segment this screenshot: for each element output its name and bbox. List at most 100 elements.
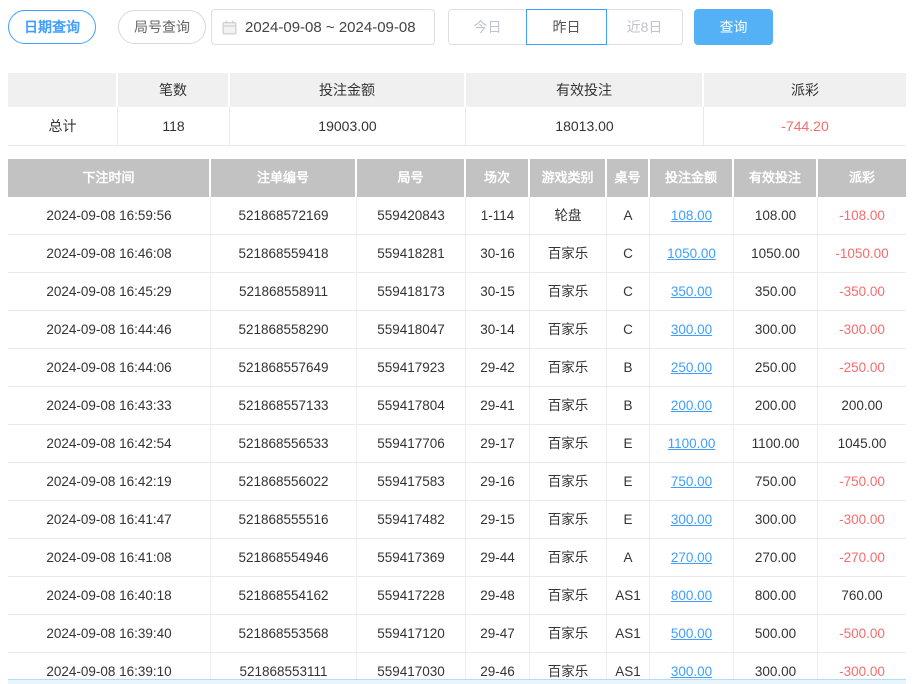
- quick-range-group: 今日 昨日 近8日: [448, 9, 683, 45]
- table-row: 2024-09-08 16:44:46521868558290559418047…: [8, 311, 906, 349]
- summary-total-valid-bet: 18013.00: [466, 107, 704, 146]
- quick-8days-button[interactable]: 近8日: [607, 9, 683, 45]
- cell-order-number: 521868572169: [211, 197, 357, 235]
- cell-valid-bet: 1100.00: [734, 425, 818, 463]
- cell-bet-time: 2024-09-08 16:42:19: [8, 463, 211, 501]
- column-header-payout: 派彩: [818, 159, 906, 197]
- cell-game-type: 轮盘: [530, 197, 607, 235]
- cell-bet-time: 2024-09-08 16:41:47: [8, 501, 211, 539]
- cell-table-number: E: [607, 425, 650, 463]
- cell-bet-amount: 250.00: [650, 349, 734, 387]
- cell-table-number: C: [607, 273, 650, 311]
- bet-amount-link[interactable]: 1100.00: [668, 436, 716, 451]
- bet-amount-link[interactable]: 500.00: [671, 626, 712, 641]
- column-header-order-number: 注单编号: [211, 159, 357, 197]
- cell-table-number: C: [607, 311, 650, 349]
- quick-yesterday-button[interactable]: 昨日: [526, 9, 607, 45]
- column-header-valid-bet: 有效投注: [734, 159, 818, 197]
- table-row: 2024-09-08 16:45:29521868558911559418173…: [8, 273, 906, 311]
- cell-session: 29-44: [466, 539, 530, 577]
- cell-bet-amount: 500.00: [650, 615, 734, 653]
- cell-valid-bet: 1050.00: [734, 235, 818, 273]
- bet-amount-link[interactable]: 350.00: [671, 284, 712, 299]
- cell-order-number: 521868554162: [211, 577, 357, 615]
- column-header-round-number: 局号: [357, 159, 466, 197]
- bet-amount-link[interactable]: 300.00: [671, 512, 712, 527]
- cell-payout: 1045.00: [818, 425, 906, 463]
- cell-table-number: B: [607, 349, 650, 387]
- bet-amount-link[interactable]: 200.00: [671, 398, 712, 413]
- bet-amount-link[interactable]: 300.00: [671, 664, 712, 679]
- cell-valid-bet: 270.00: [734, 539, 818, 577]
- cell-bet-amount: 350.00: [650, 273, 734, 311]
- date-range-value: 2024-09-08 ~ 2024-09-08: [245, 19, 416, 36]
- cell-bet-amount: 300.00: [650, 501, 734, 539]
- column-header-table-number: 桌号: [607, 159, 650, 197]
- date-range-input[interactable]: 2024-09-08 ~ 2024-09-08: [211, 9, 435, 45]
- bet-amount-link[interactable]: 300.00: [671, 322, 712, 337]
- cell-order-number: 521868557649: [211, 349, 357, 387]
- cell-session: 30-15: [466, 273, 530, 311]
- cell-order-number: 521868558290: [211, 311, 357, 349]
- summary-header-blank: [8, 73, 118, 107]
- search-button[interactable]: 查询: [694, 9, 773, 45]
- cell-round-number: 559417369: [357, 539, 466, 577]
- cell-round-number: 559417482: [357, 501, 466, 539]
- cell-bet-time: 2024-09-08 16:42:54: [8, 425, 211, 463]
- cell-payout: -108.00: [818, 197, 906, 235]
- cell-session: 29-16: [466, 463, 530, 501]
- date-query-tab[interactable]: 日期查询: [8, 10, 96, 44]
- summary-header-payout: 派彩: [704, 73, 906, 107]
- cell-valid-bet: 300.00: [734, 311, 818, 349]
- cell-payout: -300.00: [818, 501, 906, 539]
- round-query-tab[interactable]: 局号查询: [118, 10, 206, 44]
- cell-table-number: AS1: [607, 577, 650, 615]
- cell-bet-amount: 1100.00: [650, 425, 734, 463]
- cell-bet-amount: 800.00: [650, 577, 734, 615]
- summary-header-valid-bet: 有效投注: [466, 73, 704, 107]
- cell-payout: -1050.00: [818, 235, 906, 273]
- cell-order-number: 521868555516: [211, 501, 357, 539]
- cell-game-type: 百家乐: [530, 615, 607, 653]
- cell-order-number: 521868554946: [211, 539, 357, 577]
- bet-amount-link[interactable]: 108.00: [671, 208, 712, 223]
- cell-valid-bet: 200.00: [734, 387, 818, 425]
- cell-valid-bet: 750.00: [734, 463, 818, 501]
- table-row: 2024-09-08 16:39:40521868553568559417120…: [8, 615, 906, 653]
- cell-table-number: A: [607, 197, 650, 235]
- cell-bet-time: 2024-09-08 16:39:40: [8, 615, 211, 653]
- cell-session: 29-47: [466, 615, 530, 653]
- cell-valid-bet: 350.00: [734, 273, 818, 311]
- table-row: 2024-09-08 16:42:19521868556022559417583…: [8, 463, 906, 501]
- cell-bet-amount: 1050.00: [650, 235, 734, 273]
- cell-bet-time: 2024-09-08 16:44:06: [8, 349, 211, 387]
- cell-bet-amount: 270.00: [650, 539, 734, 577]
- quick-today-button[interactable]: 今日: [448, 9, 526, 45]
- cell-table-number: E: [607, 501, 650, 539]
- cell-game-type: 百家乐: [530, 311, 607, 349]
- summary-header-count: 笔数: [118, 73, 230, 107]
- cell-table-number: C: [607, 235, 650, 273]
- cell-round-number: 559418047: [357, 311, 466, 349]
- table-row: 2024-09-08 16:43:33521868557133559417804…: [8, 387, 906, 425]
- cell-payout: -300.00: [818, 311, 906, 349]
- cell-round-number: 559418281: [357, 235, 466, 273]
- next-row-highlight: [8, 679, 906, 684]
- bet-amount-link[interactable]: 1050.00: [667, 246, 716, 261]
- cell-payout: 200.00: [818, 387, 906, 425]
- table-row: 2024-09-08 16:46:08521868559418559418281…: [8, 235, 906, 273]
- cell-valid-bet: 108.00: [734, 197, 818, 235]
- bet-amount-link[interactable]: 250.00: [671, 360, 712, 375]
- bets-table-body: 2024-09-08 16:59:56521868572169559420843…: [8, 197, 906, 684]
- cell-payout: -500.00: [818, 615, 906, 653]
- cell-valid-bet: 300.00: [734, 501, 818, 539]
- bets-table-header: 下注时间注单编号局号场次游戏类别桌号投注金额有效投注派彩: [8, 159, 906, 197]
- bet-amount-link[interactable]: 270.00: [671, 550, 712, 565]
- cell-valid-bet: 250.00: [734, 349, 818, 387]
- cell-payout: -350.00: [818, 273, 906, 311]
- cell-round-number: 559417228: [357, 577, 466, 615]
- summary-total-row: 总计 118 19003.00 18013.00 -744.20: [8, 107, 906, 146]
- bet-amount-link[interactable]: 750.00: [671, 474, 712, 489]
- bet-amount-link[interactable]: 800.00: [671, 588, 712, 603]
- summary-total-count: 118: [118, 107, 230, 146]
